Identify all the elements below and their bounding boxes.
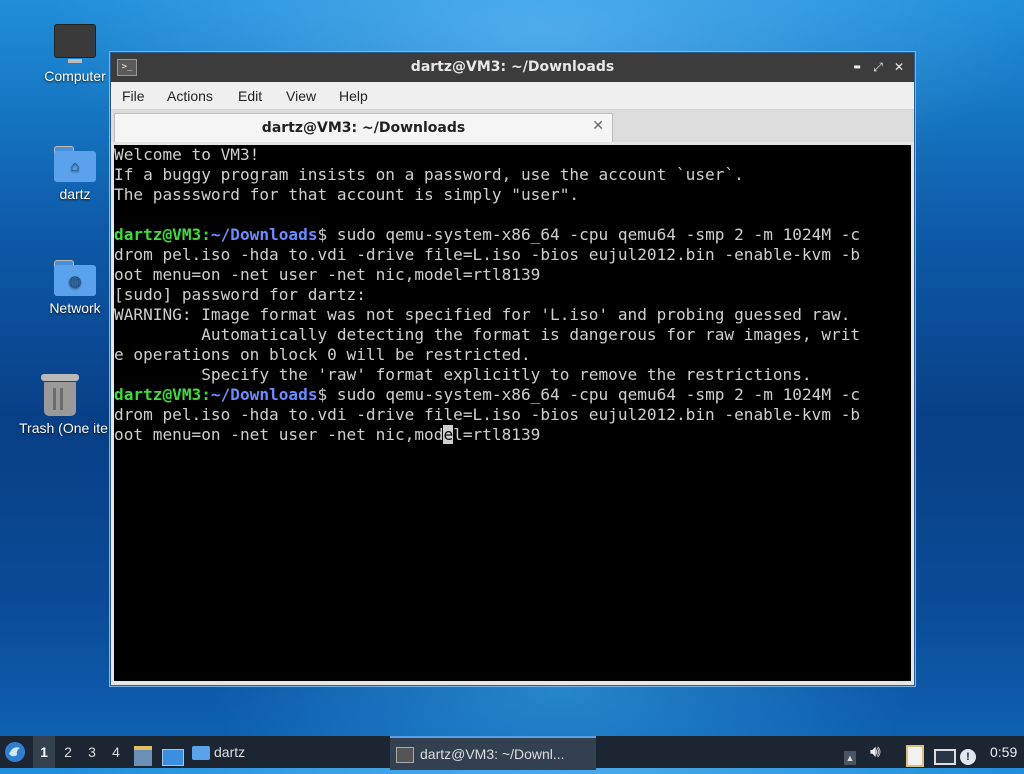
input-text: oot menu=on -net user -net nic,mod (114, 425, 444, 444)
prompt-user: dartz@VM3 (114, 385, 202, 404)
minimize-button[interactable]: ▬ (848, 58, 866, 76)
menu-edit[interactable]: Edit (238, 88, 262, 104)
app-menu-button[interactable] (4, 736, 28, 768)
desktop-icon (162, 748, 184, 766)
network-tray-icon[interactable] (934, 736, 956, 768)
terminal-task-button[interactable]: dartz@VM3: ~/Downl... (390, 736, 596, 770)
workspace-2[interactable]: 2 (57, 736, 79, 768)
menu-help[interactable]: Help (339, 88, 368, 104)
folder-task-button[interactable]: dartz (192, 736, 262, 768)
workspace-3[interactable]: 3 (81, 736, 103, 768)
trash-icon (41, 374, 79, 416)
computer-icon (54, 24, 96, 63)
text-cursor: e (443, 425, 454, 444)
window-title: dartz@VM3: ~/Downloads (410, 59, 615, 75)
terminal-line: [sudo] password for dartz: (114, 285, 366, 304)
terminal-line: The passsword for that account is simply… (114, 185, 580, 204)
terminal-icon (396, 747, 414, 764)
terminal-command-line: dartz@VM3:~/Downloads$ sudo qemu-system-… (114, 385, 861, 404)
terminal-line: oot menu=on -net user -net nic,model=rtl… (114, 265, 541, 284)
terminal-line: WARNING: Image format was not specified … (114, 305, 851, 324)
menubar: File Actions Edit View Help (111, 82, 914, 110)
show-desktop-button[interactable] (162, 736, 184, 768)
file-manager-launcher[interactable] (134, 736, 156, 768)
terminal-task-label: dartz@VM3: ~/Downl... (420, 746, 565, 762)
input-text: l=rtl8139 (453, 425, 541, 444)
terminal-line: Welcome to VM3! (114, 145, 260, 164)
prompt-path: ~/Downloads (210, 225, 318, 244)
close-button[interactable]: ✕ (890, 58, 908, 76)
command-text: $ sudo qemu-system-x86_64 -cpu qemu64 -s… (317, 225, 861, 244)
clipboard-icon[interactable] (906, 736, 928, 768)
prompt-user: dartz@VM3 (114, 225, 202, 244)
workspace-1[interactable]: 1 (33, 736, 55, 768)
terminal-tab[interactable]: dartz@VM3: ~/Downloads ✕ (114, 113, 613, 142)
terminal-input-line: oot menu=on -net user -net nic,model=rtl… (114, 425, 911, 445)
lxqt-logo-icon (5, 742, 25, 762)
window-titlebar[interactable]: >_ dartz@VM3: ~/Downloads ▬ ⤢ ✕ (111, 53, 914, 82)
notification-icon[interactable]: ! (960, 736, 982, 768)
prompt-path: ~/Downloads (210, 385, 318, 404)
command-text: $ sudo qemu-system-x86_64 -cpu qemu64 -s… (317, 385, 861, 404)
menu-view[interactable]: View (286, 88, 316, 104)
workspace-4[interactable]: 4 (105, 736, 127, 768)
tab-bar: dartz@VM3: ~/Downloads ✕ (111, 110, 914, 142)
terminal-line: If a buggy program insists on a password… (114, 165, 744, 184)
terminal-output[interactable]: Welcome to VM3! If a buggy program insis… (114, 145, 911, 681)
terminal-line: drom pel.iso -hda to.vdi -drive file=L.i… (114, 245, 861, 264)
clock[interactable]: 0:59 (990, 736, 1024, 768)
tab-close-icon[interactable]: ✕ (592, 118, 604, 134)
tray-up-arrow-icon[interactable]: ▲ (844, 736, 860, 768)
volume-icon[interactable]: 🔊︎ (870, 736, 892, 768)
terminal-window: >_ dartz@VM3: ~/Downloads ▬ ⤢ ✕ File Act… (110, 52, 915, 686)
desktop-icon-label: Trash (One ite (19, 420, 108, 436)
tab-label: dartz@VM3: ~/Downloads (261, 120, 466, 136)
terminal-line: e operations on block 0 will be restrict… (114, 345, 531, 364)
folder-icon (192, 746, 210, 761)
terminal-line: Specify the 'raw' format explicitly to r… (114, 365, 812, 384)
terminal-command-line: dartz@VM3:~/Downloads$ sudo qemu-system-… (114, 225, 861, 244)
taskbar: 1 2 3 4 dartz dartz@VM3: ~/Downl... ▲ 🔊︎… (0, 736, 1024, 770)
network-folder-icon: ◍ (54, 260, 96, 296)
menu-file[interactable]: File (122, 88, 145, 104)
terminal-line: drom pel.iso -hda to.vdi -drive file=L.i… (114, 405, 861, 424)
home-folder-icon: ⌂ (54, 146, 96, 182)
desktop-icon-trash[interactable]: Trash (One ite (10, 374, 110, 436)
menu-actions[interactable]: Actions (167, 88, 213, 104)
file-manager-icon (134, 746, 152, 767)
terminal-line: Automatically detecting the format is da… (114, 325, 861, 344)
folder-task-label: dartz (214, 744, 246, 760)
maximize-button[interactable]: ⤢ (869, 58, 887, 76)
